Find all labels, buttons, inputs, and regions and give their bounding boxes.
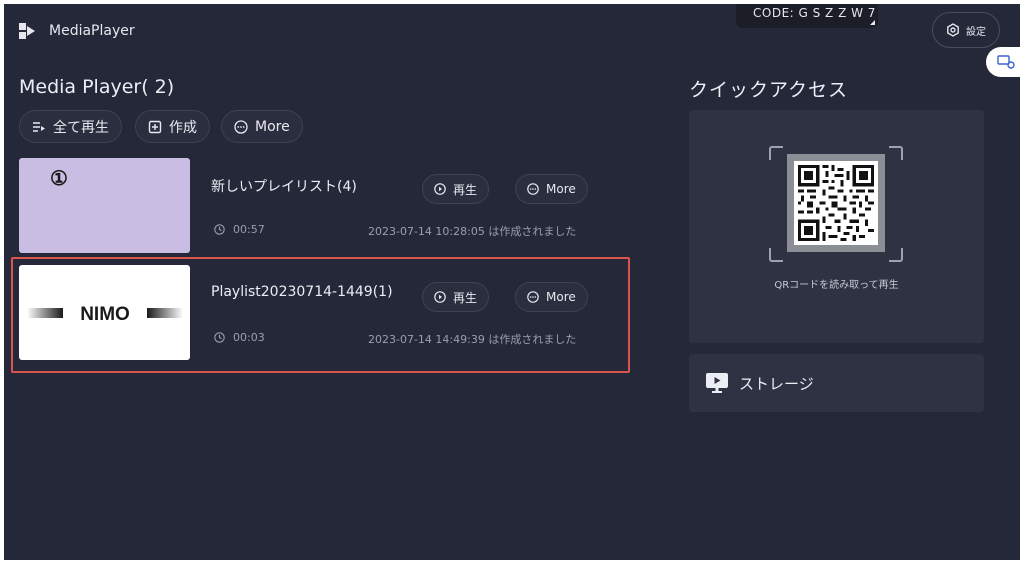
qr-code-icon — [798, 165, 874, 241]
settings-button[interactable]: 設定 — [932, 12, 1000, 48]
play-label: 再生 — [453, 182, 478, 197]
scan-frame-corner — [889, 248, 903, 262]
selection-highlight — [11, 257, 630, 373]
more-icon — [527, 183, 539, 195]
play-button[interactable]: 再生 — [422, 174, 490, 204]
device-code: CODE: G S Z Z W 7 — [736, 4, 878, 28]
code-expand-caret-icon[interactable] — [870, 20, 875, 25]
storage-button[interactable]: ストレージ — [689, 354, 984, 412]
more-button[interactable]: More — [221, 110, 303, 143]
media-player-logo-icon — [19, 23, 35, 39]
playlist-duration: 00:57 — [214, 223, 265, 236]
more-icon — [234, 119, 248, 134]
qr-code — [787, 154, 885, 252]
play-all-label: 全て再生 — [53, 119, 109, 136]
playlist-thumbnail[interactable] — [19, 158, 190, 253]
play-all-button[interactable]: 全て再生 — [19, 110, 122, 143]
create-icon — [148, 120, 162, 133]
create-label: 作成 — [169, 119, 197, 136]
clock-icon — [214, 224, 225, 235]
create-button[interactable]: 作成 — [135, 110, 210, 143]
quick-access-title: クイックアクセス — [689, 79, 849, 101]
app-name: MediaPlayer — [49, 23, 135, 39]
qr-caption: QRコードを読み取って再生 — [774, 280, 899, 291]
playlist-name[interactable]: 新しいプレイリスト(4) — [211, 176, 357, 196]
more-label: More — [255, 118, 290, 135]
side-panel-tab[interactable] — [986, 47, 1020, 77]
duration-text: 00:57 — [233, 223, 265, 236]
cast-screen-icon — [997, 55, 1015, 69]
page-title: Media Player( 2) — [19, 76, 175, 98]
scan-frame-corner — [769, 146, 783, 160]
storage-label: ストレージ — [739, 374, 814, 393]
playlist-more-button[interactable]: More — [515, 174, 588, 204]
playlist-badge: ① — [50, 166, 68, 190]
settings-gear-icon — [947, 23, 959, 37]
more-label: More — [546, 182, 576, 196]
play-icon — [434, 183, 446, 195]
app-screen: MediaPlayer CODE: G S Z Z W 7 設定 Media P… — [4, 4, 1020, 560]
scan-frame-corner — [769, 248, 783, 262]
settings-label: 設定 — [966, 26, 986, 38]
play-all-icon — [33, 121, 45, 132]
storage-monitor-icon — [706, 373, 728, 393]
created-timestamp: 2023-07-14 10:28:05 は作成されました — [368, 225, 577, 238]
scan-frame-corner — [889, 146, 903, 160]
